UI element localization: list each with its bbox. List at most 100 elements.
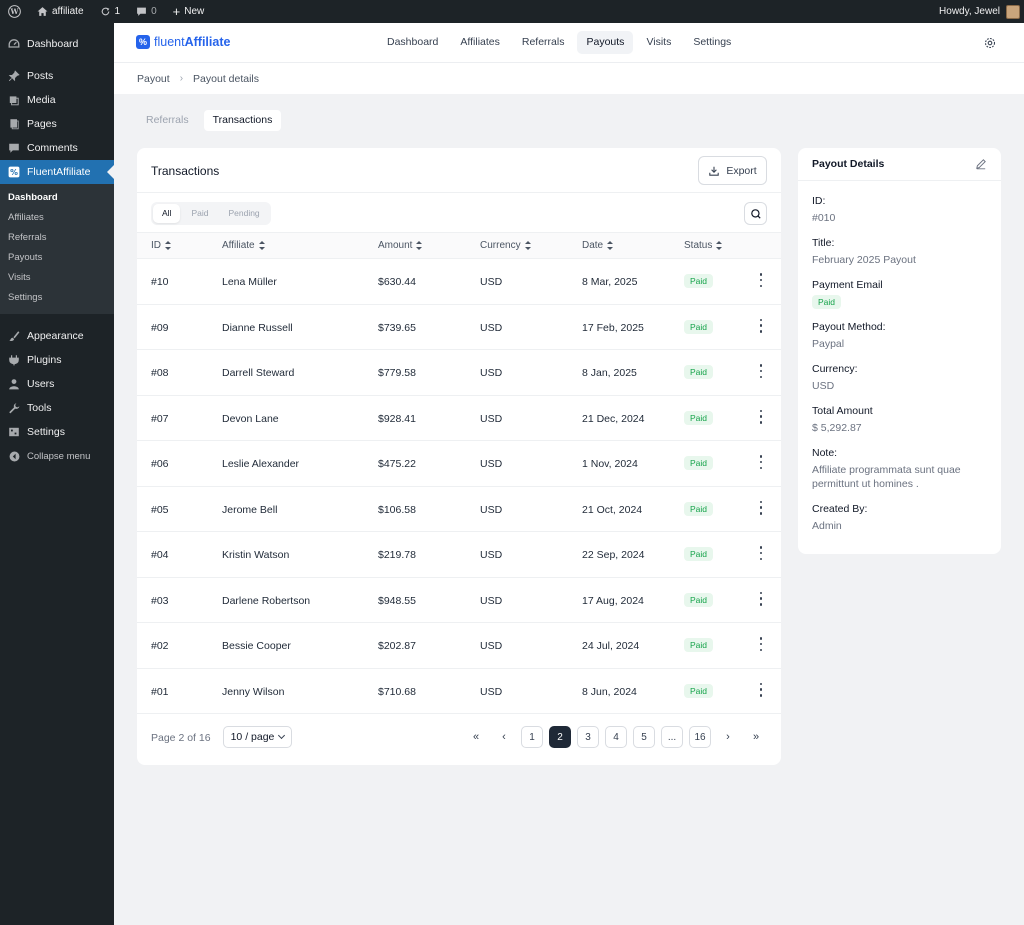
search-button[interactable] [744,202,767,225]
per-page-select[interactable]: 10 / page [223,726,292,748]
cell-currency: USD [480,685,503,698]
edit-icon[interactable] [975,158,987,170]
page-button-2[interactable]: 2 [549,726,571,748]
table-row[interactable]: #05 Jerome Bell $106.58 USD 21 Oct, 2024… [137,487,781,532]
new-content-link[interactable]: + New [165,0,213,23]
status-badge: Paid [684,638,714,652]
more-options-icon[interactable] [759,682,763,697]
page-button-5[interactable]: 5 [633,726,655,748]
pages-icon [8,118,20,130]
sort-icon [165,241,171,250]
cell-currency: USD [480,412,503,425]
sidebar-item-settings[interactable]: Settings [0,420,114,444]
submenu-item-referrals[interactable]: Referrals [0,228,114,248]
sidebar-item-media[interactable]: Media [0,88,114,112]
table-row[interactable]: #06 Leslie Alexander $475.22 USD 1 Nov, … [137,441,781,487]
page-button-4[interactable]: 4 [605,726,627,748]
column-header-affiliate[interactable]: Affiliate [222,240,265,251]
filter-pending[interactable]: Pending [219,204,268,223]
sidebar-item-fluentaffiliate[interactable]: % FluentAffiliate [0,160,114,184]
cell-affiliate: Jerome Bell [222,503,278,516]
collapse-menu-button[interactable]: Collapse menu [0,444,114,468]
wordpress-logo-button[interactable]: W [0,0,29,23]
more-options-icon[interactable] [759,364,763,378]
submenu-item-visits[interactable]: Visits [0,268,114,288]
page-tabs: Referrals Transactions [137,110,282,131]
more-options-icon[interactable] [759,637,763,651]
page-button-16[interactable]: 16 [689,726,711,748]
last-page-button[interactable]: » [745,726,767,748]
sidebar-item-users[interactable]: Users [0,372,114,396]
filter-paid[interactable]: Paid [182,204,217,223]
tab-transactions[interactable]: Transactions [203,110,282,131]
table-row[interactable]: #09 Dianne Russell $739.65 USD 17 Feb, 2… [137,305,781,350]
next-page-button[interactable]: › [717,726,739,748]
home-icon [37,7,48,16]
sidebar-item-pages[interactable]: Pages [0,112,114,136]
more-options-icon[interactable] [759,591,763,606]
nav-dashboard[interactable]: Dashboard [378,31,447,54]
sidebar-item-dashboard[interactable]: Dashboard [0,32,114,56]
sidebar-item-comments[interactable]: Comments [0,136,114,160]
more-options-icon[interactable] [759,318,763,333]
table-row[interactable]: #03 Darlene Robertson $948.55 USD 17 Aug… [137,578,781,623]
column-header-currency[interactable]: Currency [480,240,531,251]
more-options-icon[interactable] [759,500,763,515]
nav-payouts[interactable]: Payouts [577,31,634,54]
more-options-icon[interactable] [759,273,763,287]
submenu-item-payouts[interactable]: Payouts [0,248,114,268]
nav-referrals[interactable]: Referrals [513,31,574,54]
column-header-amount[interactable]: Amount [378,240,423,251]
site-name-link[interactable]: affiliate [29,0,92,23]
page-button-3[interactable]: 3 [577,726,599,748]
table-row[interactable]: #01 Jenny Wilson $710.68 USD 8 Jun, 2024… [137,669,781,714]
cell-id: #07 [151,412,169,425]
export-button[interactable]: Export [698,156,767,185]
more-options-icon[interactable] [759,455,763,469]
sidebar-item-appearance[interactable]: Appearance [0,324,114,348]
updates-link[interactable]: 1 [92,0,129,23]
submenu-item-affiliates[interactable]: Affiliates [0,208,114,228]
account-menu[interactable]: Howdy, Jewel [939,0,1020,23]
more-options-icon[interactable] [759,409,763,424]
cell-amount: $928.41 [378,412,416,425]
chevron-right-icon: › [179,73,184,84]
sort-icon [258,241,265,250]
nav-affiliates[interactable]: Affiliates [451,31,509,54]
breadcrumb-payout-link[interactable]: Payout [137,73,170,85]
table-row[interactable]: #10 Lena Müller $630.44 USD 8 Mar, 2025 … [137,259,781,305]
prev-page-button[interactable]: ‹ [493,726,515,748]
detail-total-amount: Total Amount $ 5,292.87 [812,405,873,434]
table-row[interactable]: #04 Kristin Watson $219.78 USD 22 Sep, 2… [137,532,781,578]
fluentaffiliate-logo[interactable]: % fluentAffiliate [136,35,230,49]
comments-count: 0 [151,6,157,17]
nav-visits[interactable]: Visits [637,31,680,54]
tab-referrals[interactable]: Referrals [137,110,198,131]
table-row[interactable]: #07 Devon Lane $928.41 USD 21 Dec, 2024 … [137,396,781,441]
sidebar-item-plugins[interactable]: Plugins [0,348,114,372]
nav-settings[interactable]: Settings [684,31,740,54]
comments-link[interactable]: 0 [128,0,165,23]
page-ellipsis[interactable]: ... [661,726,683,748]
cell-currency: USD [480,276,503,288]
column-header-id[interactable]: ID [151,240,171,251]
cell-id: #08 [151,367,169,379]
table-header: ID Affiliate Amount Currency Date Status [137,232,781,259]
submenu-item-dashboard[interactable]: Dashboard [0,188,114,208]
sidebar-item-posts[interactable]: Posts [0,64,114,88]
dashboard-icon [8,38,20,50]
cell-date: 21 Dec, 2024 [582,412,645,425]
more-options-icon[interactable] [759,546,763,560]
cell-date: 17 Feb, 2025 [582,321,644,334]
table-row[interactable]: #02 Bessie Cooper $202.87 USD 24 Jul, 20… [137,623,781,669]
page-button-1[interactable]: 1 [521,726,543,748]
gear-icon[interactable] [984,37,996,49]
filter-all[interactable]: All [153,204,181,223]
column-header-date[interactable]: Date [582,240,614,251]
table-row[interactable]: #08 Darrell Steward $779.58 USD 8 Jan, 2… [137,350,781,396]
svg-text:%: % [10,168,18,177]
column-header-status[interactable]: Status [684,240,723,251]
first-page-button[interactable]: « [465,726,487,748]
submenu-item-settings[interactable]: Settings [0,288,114,308]
sidebar-item-tools[interactable]: Tools [0,396,114,420]
